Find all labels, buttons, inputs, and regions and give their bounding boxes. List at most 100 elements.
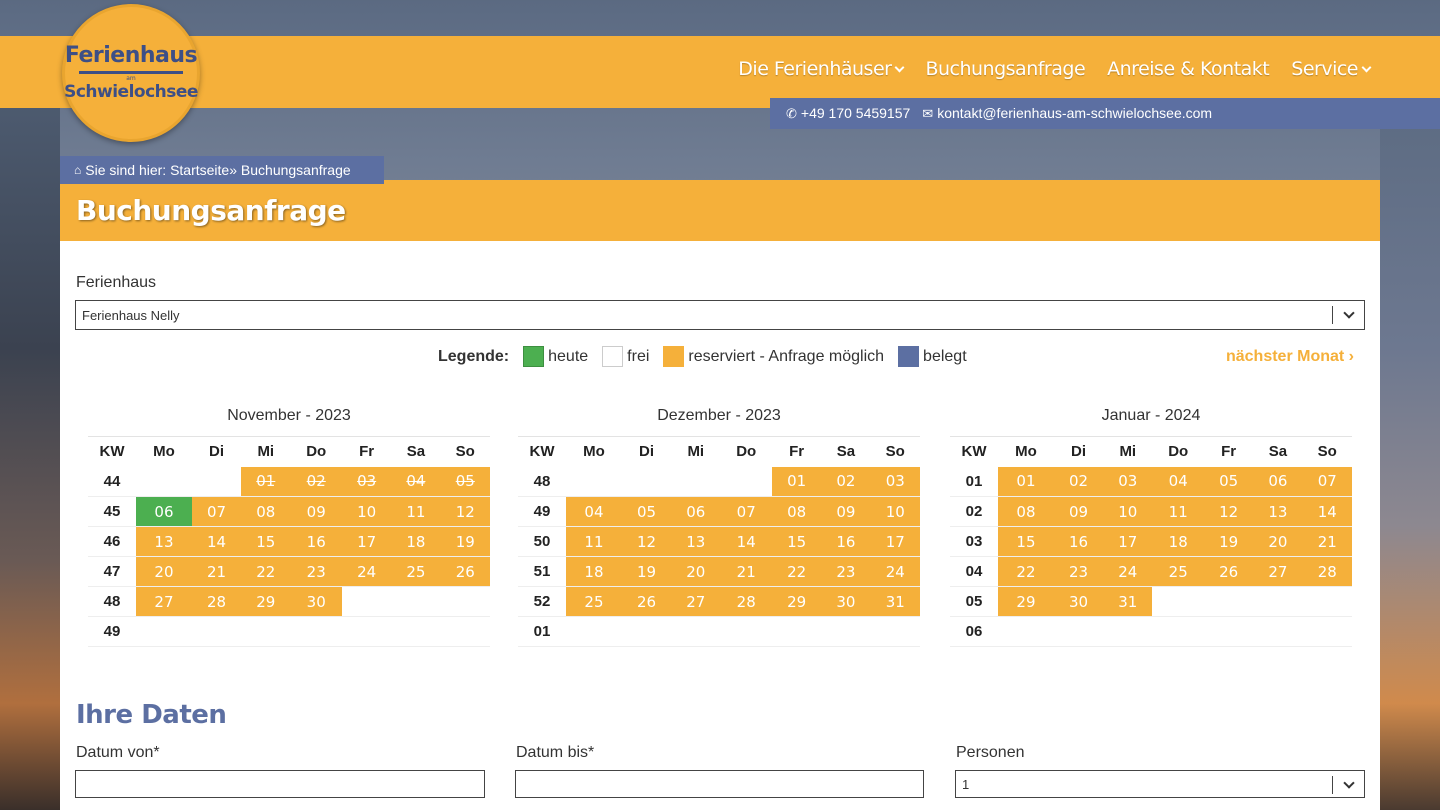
calendar-day[interactable]: 07 bbox=[720, 496, 772, 527]
calendar-day[interactable]: 03 bbox=[1103, 466, 1153, 497]
calendar-day[interactable]: 08 bbox=[241, 496, 291, 527]
calendar-day[interactable]: 26 bbox=[1204, 556, 1254, 587]
nav-item-ferienhaeuser[interactable]: Die Ferienhäuser bbox=[738, 58, 905, 80]
calendar-day[interactable]: 05 bbox=[621, 496, 672, 527]
calendar-day[interactable]: 26 bbox=[621, 586, 672, 617]
calendar-day[interactable]: 24 bbox=[870, 556, 920, 587]
calendar-day[interactable]: 16 bbox=[1053, 526, 1104, 557]
calendar-day[interactable]: 20 bbox=[136, 556, 192, 587]
next-month-link[interactable]: nächster Monat › bbox=[1226, 348, 1354, 366]
calendar-day[interactable]: 07 bbox=[1302, 466, 1352, 497]
calendar-day[interactable]: 17 bbox=[1103, 526, 1153, 557]
personen-select[interactable]: 1 bbox=[955, 770, 1365, 798]
calendar-day[interactable]: 22 bbox=[998, 556, 1054, 587]
calendar-day[interactable]: 21 bbox=[191, 556, 242, 587]
calendar-day[interactable]: 10 bbox=[342, 496, 392, 527]
calendar-day[interactable]: 06 bbox=[136, 496, 192, 527]
calendar-day[interactable]: 25 bbox=[566, 586, 622, 617]
calendar-day[interactable]: 18 bbox=[391, 526, 441, 557]
calendar-day[interactable]: 25 bbox=[1152, 556, 1204, 587]
calendar-day[interactable]: 12 bbox=[440, 496, 490, 527]
calendar-day[interactable]: 22 bbox=[241, 556, 291, 587]
calendar-day[interactable]: 08 bbox=[772, 496, 822, 527]
calendar-day[interactable]: 12 bbox=[621, 526, 672, 557]
calendar-day[interactable]: 06 bbox=[671, 496, 721, 527]
calendar-day[interactable]: 02 bbox=[821, 466, 871, 497]
calendar-day[interactable]: 11 bbox=[566, 526, 622, 557]
calendar-day[interactable]: 23 bbox=[821, 556, 871, 587]
calendar-day[interactable]: 24 bbox=[342, 556, 392, 587]
calendar-day[interactable]: 21 bbox=[720, 556, 772, 587]
calendar-day[interactable]: 10 bbox=[870, 496, 920, 527]
calendar-day[interactable]: 27 bbox=[136, 586, 192, 617]
calendar-day[interactable]: 15 bbox=[241, 526, 291, 557]
calendar-day[interactable]: 18 bbox=[1152, 526, 1204, 557]
calendar-day[interactable]: 16 bbox=[821, 526, 871, 557]
phone-link[interactable]: ✆ +49 170 5459157 bbox=[786, 105, 910, 122]
calendar-day[interactable]: 16 bbox=[290, 526, 342, 557]
nav-item-anreise-kontakt[interactable]: Anreise & Kontakt bbox=[1107, 58, 1270, 80]
calendar-day[interactable]: 04 bbox=[566, 496, 622, 527]
calendar-day[interactable]: 19 bbox=[440, 526, 490, 557]
calendar-day[interactable]: 11 bbox=[1152, 496, 1204, 527]
calendar-day[interactable]: 01 bbox=[241, 466, 291, 497]
calendar-day[interactable]: 21 bbox=[1302, 526, 1352, 557]
calendar-day[interactable]: 15 bbox=[772, 526, 822, 557]
calendar-day[interactable]: 05 bbox=[1204, 466, 1254, 497]
calendar-day[interactable]: 13 bbox=[671, 526, 721, 557]
calendar-day[interactable]: 07 bbox=[191, 496, 242, 527]
nav-item-buchungsanfrage[interactable]: Buchungsanfrage bbox=[925, 58, 1085, 80]
calendar-day[interactable]: 20 bbox=[671, 556, 721, 587]
calendar-day[interactable]: 17 bbox=[870, 526, 920, 557]
calendar-day[interactable]: 01 bbox=[998, 466, 1054, 497]
calendar-day[interactable]: 14 bbox=[191, 526, 242, 557]
calendar-day[interactable]: 11 bbox=[391, 496, 441, 527]
calendar-day[interactable]: 30 bbox=[1053, 586, 1104, 617]
calendar-day[interactable]: 30 bbox=[821, 586, 871, 617]
calendar-day[interactable]: 18 bbox=[566, 556, 622, 587]
calendar-day[interactable]: 03 bbox=[870, 466, 920, 497]
calendar-day[interactable]: 02 bbox=[290, 466, 342, 497]
calendar-day[interactable]: 23 bbox=[290, 556, 342, 587]
calendar-day[interactable]: 04 bbox=[391, 466, 441, 497]
calendar-day[interactable]: 29 bbox=[998, 586, 1054, 617]
datum-bis-input[interactable] bbox=[515, 770, 924, 798]
calendar-day[interactable]: 30 bbox=[290, 586, 342, 617]
breadcrumb-home-link[interactable]: Startseite» bbox=[170, 162, 237, 178]
calendar-day[interactable]: 14 bbox=[1302, 496, 1352, 527]
calendar-day[interactable]: 23 bbox=[1053, 556, 1104, 587]
calendar-day[interactable]: 13 bbox=[136, 526, 192, 557]
calendar-day[interactable]: 29 bbox=[772, 586, 822, 617]
calendar-day[interactable]: 05 bbox=[440, 466, 490, 497]
calendar-day[interactable]: 19 bbox=[621, 556, 672, 587]
calendar-day[interactable]: 14 bbox=[720, 526, 772, 557]
ferienhaus-select[interactable]: Ferienhaus Nelly bbox=[75, 300, 1365, 330]
calendar-day[interactable]: 27 bbox=[671, 586, 721, 617]
calendar-day[interactable]: 28 bbox=[720, 586, 772, 617]
calendar-day[interactable]: 22 bbox=[772, 556, 822, 587]
calendar-day[interactable]: 08 bbox=[998, 496, 1054, 527]
email-link[interactable]: ✉ kontakt@ferienhaus-am-schwielochsee.com bbox=[922, 105, 1212, 122]
calendar-day[interactable]: 19 bbox=[1204, 526, 1254, 557]
calendar-day[interactable]: 28 bbox=[1302, 556, 1352, 587]
calendar-day[interactable]: 26 bbox=[440, 556, 490, 587]
calendar-day[interactable]: 17 bbox=[342, 526, 392, 557]
calendar-day[interactable]: 04 bbox=[1152, 466, 1204, 497]
nav-item-service[interactable]: Service bbox=[1291, 58, 1372, 80]
calendar-day[interactable]: 09 bbox=[821, 496, 871, 527]
calendar-day[interactable]: 27 bbox=[1253, 556, 1303, 587]
calendar-day[interactable]: 10 bbox=[1103, 496, 1153, 527]
calendar-day[interactable]: 29 bbox=[241, 586, 291, 617]
calendar-day[interactable]: 09 bbox=[1053, 496, 1104, 527]
calendar-day[interactable]: 09 bbox=[290, 496, 342, 527]
calendar-day[interactable]: 13 bbox=[1253, 496, 1303, 527]
calendar-day[interactable]: 06 bbox=[1253, 466, 1303, 497]
calendar-day[interactable]: 31 bbox=[1103, 586, 1153, 617]
calendar-day[interactable]: 24 bbox=[1103, 556, 1153, 587]
calendar-day[interactable]: 31 bbox=[870, 586, 920, 617]
site-logo[interactable]: Ferienhaus am Schwielochsee bbox=[62, 4, 200, 142]
calendar-day[interactable]: 02 bbox=[1053, 466, 1104, 497]
calendar-day[interactable]: 20 bbox=[1253, 526, 1303, 557]
calendar-day[interactable]: 01 bbox=[772, 466, 822, 497]
calendar-day[interactable]: 03 bbox=[342, 466, 392, 497]
